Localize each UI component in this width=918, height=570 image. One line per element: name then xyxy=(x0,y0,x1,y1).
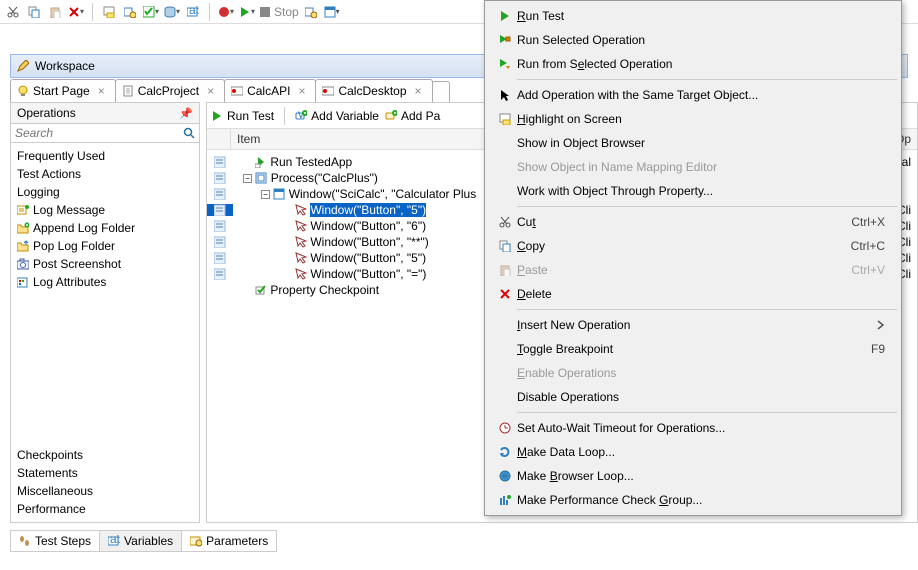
tab-calcapi[interactable]: CalcAPI× xyxy=(224,79,316,102)
ctx-run-from[interactable]: Run from Selected Operation xyxy=(487,52,899,76)
tab-more[interactable] xyxy=(432,81,450,102)
objspy-button[interactable] xyxy=(121,3,139,21)
ctx-highlight[interactable]: Highlight on Screen xyxy=(487,107,899,131)
ctx-data-loop[interactable]: Make Data Loop... xyxy=(487,440,899,464)
tab-parameters[interactable]: Parameters xyxy=(181,530,277,552)
page-icon xyxy=(122,85,134,97)
params-icon xyxy=(190,535,202,547)
db-dropdown[interactable]: ▾ xyxy=(163,3,181,21)
close-icon[interactable]: × xyxy=(98,84,105,98)
op-log-attributes[interactable]: Log Attributes xyxy=(11,273,199,291)
op-group[interactable]: Frequently Used xyxy=(11,147,199,165)
tab-calcdesktop[interactable]: CalcDesktop× xyxy=(315,79,432,102)
ctx-toggle-bp[interactable]: Toggle BreakpointF9 xyxy=(487,337,899,361)
ctx-work-property[interactable]: Work with Object Through Property... xyxy=(487,179,899,203)
op-group[interactable]: Miscellaneous xyxy=(11,482,199,500)
ctx-show-browser[interactable]: Show in Object Browser xyxy=(487,131,899,155)
delete-dropdown[interactable]: ▾ xyxy=(67,3,85,21)
context-menu: Run Test Run Selected Operation Run from… xyxy=(484,0,902,516)
ctx-add-op[interactable]: Add Operation with the Same Target Objec… xyxy=(487,83,899,107)
operations-list: Frequently Used Test Actions Logging Log… xyxy=(10,143,200,523)
operations-title: Operations 📌 xyxy=(10,102,200,124)
op-group[interactable]: Performance xyxy=(11,500,199,518)
run-dropdown[interactable]: ▾ xyxy=(238,3,256,21)
check-dropdown[interactable]: ▾ xyxy=(142,3,160,21)
tool-button[interactable] xyxy=(302,3,320,21)
props-button[interactable] xyxy=(184,3,202,21)
ctx-insert-op[interactable]: Insert New Operation xyxy=(487,313,899,337)
ctx-run-selected[interactable]: Run Selected Operation xyxy=(487,28,899,52)
rec-icon xyxy=(231,85,243,97)
bulb-icon xyxy=(17,85,29,97)
vars-icon xyxy=(108,535,120,547)
op-group[interactable]: Statements xyxy=(11,464,199,482)
op-group[interactable]: Logging xyxy=(11,183,199,201)
search-input[interactable] xyxy=(15,126,183,140)
record-dropdown[interactable]: ▾ xyxy=(217,3,235,21)
tab-calcproject[interactable]: CalcProject× xyxy=(115,79,225,102)
search-icon[interactable] xyxy=(183,127,195,139)
ctx-disable-ops[interactable]: Disable Operations xyxy=(487,385,899,409)
pencil-icon xyxy=(17,60,29,72)
tab-start-page[interactable]: Start Page× xyxy=(10,79,116,102)
chevron-right-icon xyxy=(875,319,885,331)
close-icon[interactable]: × xyxy=(207,84,214,98)
close-icon[interactable]: × xyxy=(298,84,305,98)
pin-icon[interactable]: 📌 xyxy=(179,107,193,120)
op-log-message[interactable]: Log Message xyxy=(11,201,199,219)
op-append-folder[interactable]: Append Log Folder xyxy=(11,219,199,237)
stop-button[interactable]: Stop xyxy=(259,3,299,21)
feet-icon xyxy=(19,535,31,547)
ctx-copy[interactable]: CopyCtrl+C xyxy=(487,234,899,258)
rec-icon xyxy=(322,85,334,97)
tab-variables[interactable]: Variables xyxy=(99,530,182,552)
workspace-title: Workspace xyxy=(35,59,95,73)
tab-test-steps[interactable]: Test Steps xyxy=(10,530,100,552)
op-pop-folder[interactable]: Pop Log Folder xyxy=(11,237,199,255)
op-group[interactable]: Checkpoints xyxy=(11,446,199,464)
bottom-tabs: Test Steps Variables Parameters xyxy=(10,530,276,552)
ctx-enable-ops: Enable Operations xyxy=(487,361,899,385)
op-group[interactable]: Test Actions xyxy=(11,165,199,183)
highlight-button[interactable] xyxy=(100,3,118,21)
ctx-show-mapping: Show Object in Name Mapping Editor xyxy=(487,155,899,179)
cut-button[interactable] xyxy=(4,3,22,21)
ctx-delete[interactable]: Delete xyxy=(487,282,899,306)
close-icon[interactable]: × xyxy=(415,84,422,98)
ctx-auto-wait[interactable]: Set Auto-Wait Timeout for Operations... xyxy=(487,416,899,440)
ctx-run-test[interactable]: Run Test xyxy=(487,4,899,28)
add-variable-button[interactable]: Add Variable xyxy=(295,109,379,123)
operations-panel: Operations 📌 Frequently Used Test Action… xyxy=(10,102,200,523)
paste-button[interactable] xyxy=(46,3,64,21)
add-parameter-button[interactable]: Add Pa xyxy=(385,109,440,123)
ctx-browser-loop[interactable]: Make Browser Loop... xyxy=(487,464,899,488)
search-box[interactable] xyxy=(10,123,200,143)
op-post-screenshot[interactable]: Post Screenshot xyxy=(11,255,199,273)
ctx-paste: PasteCtrl+V xyxy=(487,258,899,282)
copy-button[interactable] xyxy=(25,3,43,21)
ctx-perf-group[interactable]: Make Performance Check Group... xyxy=(487,488,899,512)
tool2-button[interactable]: ▾ xyxy=(323,3,341,21)
ctx-cut[interactable]: CutCtrl+X xyxy=(487,210,899,234)
run-test-button[interactable]: Run Test xyxy=(211,109,274,123)
